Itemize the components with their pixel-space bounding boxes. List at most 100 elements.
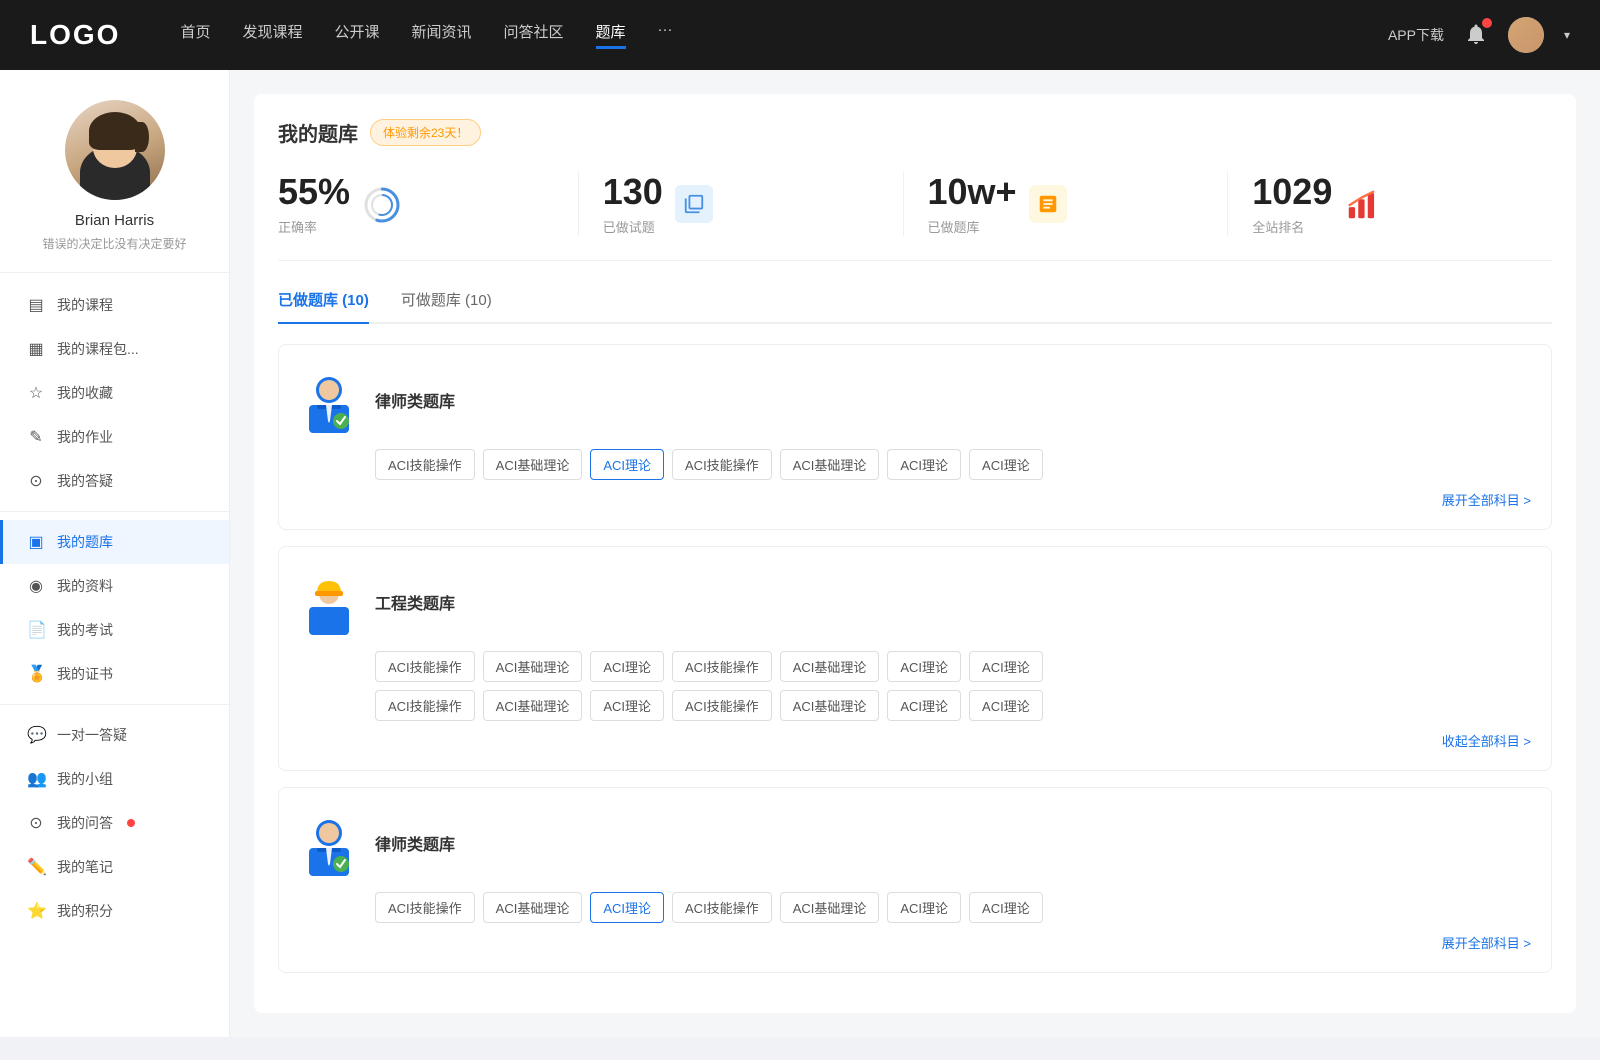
user-avatar[interactable] [1508,17,1544,53]
tag-eng-r2-5[interactable]: ACI理论 [887,690,961,721]
group-label: 我的小组 [57,769,113,789]
tag-lawyer2-1[interactable]: ACI基础理论 [483,892,583,923]
nav-links: 首页 发现课程 公开课 新闻资讯 问答社区 题库 ··· [180,21,1388,49]
qbank-footer-lawyer-2[interactable]: 展开全部科目 > [299,933,1531,952]
nav-question-bank[interactable]: 题库 [596,21,626,49]
sidebar-item-certificate[interactable]: 🏅 我的证书 [0,652,229,696]
tag-eng-3[interactable]: ACI技能操作 [672,651,772,682]
nav-courses[interactable]: 发现课程 [242,21,302,49]
lawyer-svg-2 [299,808,359,878]
nav-home[interactable]: 首页 [180,21,210,49]
tag-lawyer2-0[interactable]: ACI技能操作 [375,892,475,923]
tag-eng-r2-4[interactable]: ACI基础理论 [780,690,880,721]
nav-open-course[interactable]: 公开课 [334,21,379,49]
sidebar-item-1on1[interactable]: 💬 一对一答疑 [0,713,229,757]
course-packages-icon: ▦ [27,339,45,359]
qbank-footer-lawyer-1[interactable]: 展开全部科目 > [299,490,1531,509]
tag-lawyer2-2[interactable]: ACI理论 [590,892,664,923]
profile-label: 我的资料 [57,576,113,596]
tag-lawyer1-6[interactable]: ACI理论 [969,449,1043,480]
qbank-footer-engineer[interactable]: 收起全部科目 > [299,731,1531,750]
tag-lawyer1-4[interactable]: ACI基础理论 [780,449,880,480]
engineer-svg [299,567,359,637]
tag-eng-r2-6[interactable]: ACI理论 [969,690,1043,721]
tag-eng-r2-3[interactable]: ACI技能操作 [672,690,772,721]
stat-banks-label: 已做题库 [928,217,1017,236]
user-menu-chevron[interactable]: ▾ [1564,28,1570,42]
tag-eng-0[interactable]: ACI技能操作 [375,651,475,682]
accuracy-pie-icon [362,185,400,223]
tag-lawyer1-2[interactable]: ACI理论 [590,449,664,480]
question-bank-label: 我的题库 [57,532,113,552]
sidebar-item-question-bank[interactable]: ▣ 我的题库 [0,520,229,564]
question-bank-icon: ▣ [27,532,45,552]
stat-accuracy-text: 55% 正确率 [278,171,350,236]
exam-label: 我的考试 [57,620,113,640]
sidebar-item-profile[interactable]: ◉ 我的资料 [0,564,229,608]
my-qa-icon: ⊙ [27,813,45,833]
expand-label-lawyer-2: 展开全部科目 > [1442,933,1531,952]
lawyer-icon-1 [299,365,359,435]
sidebar-item-exam[interactable]: 📄 我的考试 [0,608,229,652]
stat-ranking: 1029 全站排名 [1228,171,1552,236]
tab-available-banks[interactable]: 可做题库 (10) [401,289,492,324]
sidebar-item-qa[interactable]: ⊙ 我的答疑 [0,459,229,503]
tag-lawyer2-4[interactable]: ACI基础理论 [780,892,880,923]
divider-1 [0,511,229,512]
sidebar-item-points[interactable]: ⭐ 我的积分 [0,889,229,933]
sidebar-item-courses[interactable]: ▤ 我的课程 [0,283,229,327]
qbank-title-engineer: 工程类题库 [375,590,455,614]
tag-eng-4[interactable]: ACI基础理论 [780,651,880,682]
1on1-icon: 💬 [27,725,45,745]
sidebar-item-my-qa[interactable]: ⊙ 我的问答 [0,801,229,845]
points-label: 我的积分 [57,901,113,921]
qbank-title-lawyer-2: 律师类题库 [375,831,455,855]
tag-lawyer1-1[interactable]: ACI基础理论 [483,449,583,480]
navbar-right: APP下载 ▾ [1388,17,1570,53]
tab-done-banks[interactable]: 已做题库 (10) [278,289,369,324]
tag-eng-r2-0[interactable]: ACI技能操作 [375,690,475,721]
qbank-header-lawyer-2: 律师类题库 [299,808,1531,878]
favorites-label: 我的收藏 [57,383,113,403]
page-header: 我的题库 体验剩余23天！ [278,118,1552,147]
sidebar-item-group[interactable]: 👥 我的小组 [0,757,229,801]
qbank-section-engineer: 工程类题库 ACI技能操作 ACI基础理论 ACI理论 ACI技能操作 ACI基… [278,546,1552,771]
tag-lawyer1-5[interactable]: ACI理论 [887,449,961,480]
stat-ranking-text: 1029 全站排名 [1252,171,1332,236]
tag-eng-r2-1[interactable]: ACI基础理论 [483,690,583,721]
tag-lawyer1-0[interactable]: ACI技能操作 [375,449,475,480]
nav-more[interactable]: ··· [658,21,673,49]
sidebar-item-favorites[interactable]: ☆ 我的收藏 [0,371,229,415]
stat-questions-label: 已做试题 [603,217,663,236]
tag-lawyer2-6[interactable]: ACI理论 [969,892,1043,923]
tag-eng-r2-2[interactable]: ACI理论 [590,690,664,721]
stat-banks-text: 10w+ 已做题库 [928,171,1017,236]
nav-news[interactable]: 新闻资讯 [412,21,472,49]
divider-2 [0,704,229,705]
tag-lawyer2-5[interactable]: ACI理论 [887,892,961,923]
tag-lawyer2-3[interactable]: ACI技能操作 [672,892,772,923]
homework-label: 我的作业 [57,427,113,447]
engineer-icon [299,567,359,637]
tag-eng-1[interactable]: ACI基础理论 [483,651,583,682]
app-download-link[interactable]: APP下载 [1388,25,1444,45]
trial-badge: 体验剩余23天！ [370,119,481,146]
tag-eng-6[interactable]: ACI理论 [969,651,1043,682]
qbank-tags-lawyer-1: ACI技能操作 ACI基础理论 ACI理论 ACI技能操作 ACI基础理论 AC… [375,449,1531,480]
1on1-label: 一对一答疑 [57,725,127,745]
stat-ranking-value: 1029 [1252,171,1332,213]
logo[interactable]: LOGO [30,19,120,51]
tag-eng-5[interactable]: ACI理论 [887,651,961,682]
tag-eng-2[interactable]: ACI理论 [590,651,664,682]
sidebar-item-homework[interactable]: ✎ 我的作业 [0,415,229,459]
qbank-header-lawyer-1: 律师类题库 [299,365,1531,435]
sidebar-item-notes[interactable]: ✏️ 我的笔记 [0,845,229,889]
nav-qa[interactable]: 问答社区 [504,21,564,49]
tag-lawyer1-3[interactable]: ACI技能操作 [672,449,772,480]
lawyer-svg-1 [299,365,359,435]
notification-bell[interactable] [1464,22,1488,49]
profile-motto: 错误的决定比没有决定要好 [42,235,186,252]
course-packages-label: 我的课程包... [57,339,139,359]
notes-label: 我的笔记 [57,857,113,877]
sidebar-item-course-packages[interactable]: ▦ 我的课程包... [0,327,229,371]
